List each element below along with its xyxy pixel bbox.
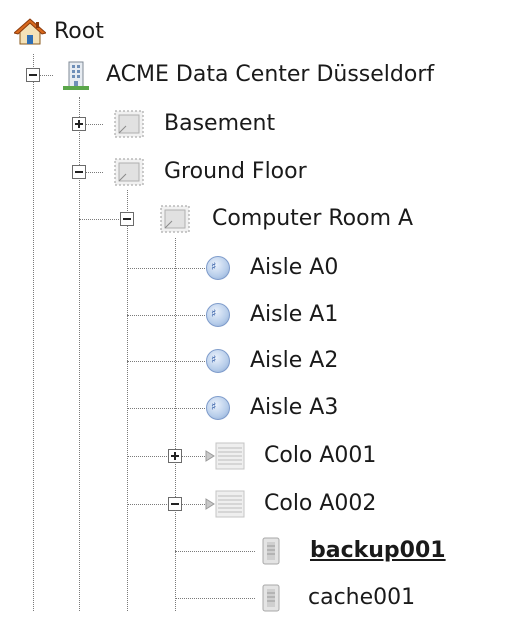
tree-node-aisle[interactable]: ♯ Aisle A3 — [206, 388, 338, 428]
tree-node-label: backup001 — [310, 538, 446, 563]
collapse-toggle[interactable] — [168, 497, 182, 511]
server-icon — [262, 537, 280, 565]
tree-node-label: Aisle A1 — [250, 302, 339, 327]
aisle-icon: ♯ — [206, 396, 230, 420]
building-icon — [63, 61, 89, 90]
rack-icon — [205, 442, 245, 470]
tree-node-label: Root — [54, 19, 104, 44]
tree-node-label: Computer Room A — [212, 206, 414, 231]
tree-node-basement[interactable]: Basement — [112, 104, 275, 144]
house-icon — [14, 18, 46, 45]
tree-node-label: Aisle A3 — [250, 395, 339, 420]
collapse-toggle[interactable] — [120, 212, 134, 226]
aisle-icon: ♯ — [206, 303, 230, 327]
expand-toggle[interactable] — [72, 117, 86, 131]
tree-connector — [127, 456, 205, 457]
expand-toggle[interactable] — [168, 449, 182, 463]
tree-node-aisle[interactable]: ♯ Aisle A2 — [206, 341, 338, 381]
tree-connector — [33, 54, 34, 611]
tree-connector — [175, 238, 176, 611]
tree-connector — [127, 504, 205, 505]
tree-connector — [175, 598, 255, 599]
aisle-icon: ♯ — [206, 256, 230, 280]
collapse-toggle[interactable] — [26, 68, 40, 82]
aisle-icon: ♯ — [206, 349, 230, 373]
tree-node-colo[interactable]: Colo A002 — [204, 484, 376, 524]
server-icon — [262, 584, 280, 612]
tree-node-root[interactable]: Root — [14, 12, 104, 52]
tree-node-colo[interactable]: Colo A001 — [204, 436, 376, 476]
tree-node-label: ACME Data Center Düsseldorf — [106, 62, 435, 87]
tree-node-label: Colo A001 — [264, 443, 377, 468]
floor-plan-icon — [114, 110, 144, 138]
tree-connector — [175, 551, 255, 552]
tree-node-aisle[interactable]: ♯ Aisle A0 — [206, 248, 338, 288]
tree-connector — [127, 408, 205, 409]
tree-node-ground-floor[interactable]: Ground Floor — [112, 152, 307, 192]
tree-node-label: Colo A002 — [264, 491, 377, 516]
tree-connector — [127, 190, 128, 611]
tree-node-label: Aisle A2 — [250, 348, 339, 373]
floor-plan-icon — [160, 205, 190, 233]
tree-node-label: Basement — [164, 111, 276, 136]
tree-connector — [127, 268, 205, 269]
tree-node-server-selected[interactable]: backup001 — [258, 531, 446, 571]
rack-icon — [205, 490, 245, 518]
location-tree: Root ACME Data Center Düsseldorf Basemen… — [0, 0, 514, 612]
tree-node-server[interactable]: cache001 — [258, 578, 415, 618]
tree-node-label: Ground Floor — [164, 159, 307, 184]
tree-node-computer-room[interactable]: Computer Room A — [158, 199, 413, 239]
collapse-toggle[interactable] — [72, 165, 86, 179]
tree-connector — [127, 315, 205, 316]
tree-connector — [127, 361, 205, 362]
floor-plan-icon — [114, 158, 144, 186]
tree-node-label: cache001 — [308, 585, 416, 610]
tree-node-site[interactable]: ACME Data Center Düsseldorf — [62, 55, 434, 95]
tree-node-aisle[interactable]: ♯ Aisle A1 — [206, 295, 338, 335]
tree-node-label: Aisle A0 — [250, 255, 339, 280]
